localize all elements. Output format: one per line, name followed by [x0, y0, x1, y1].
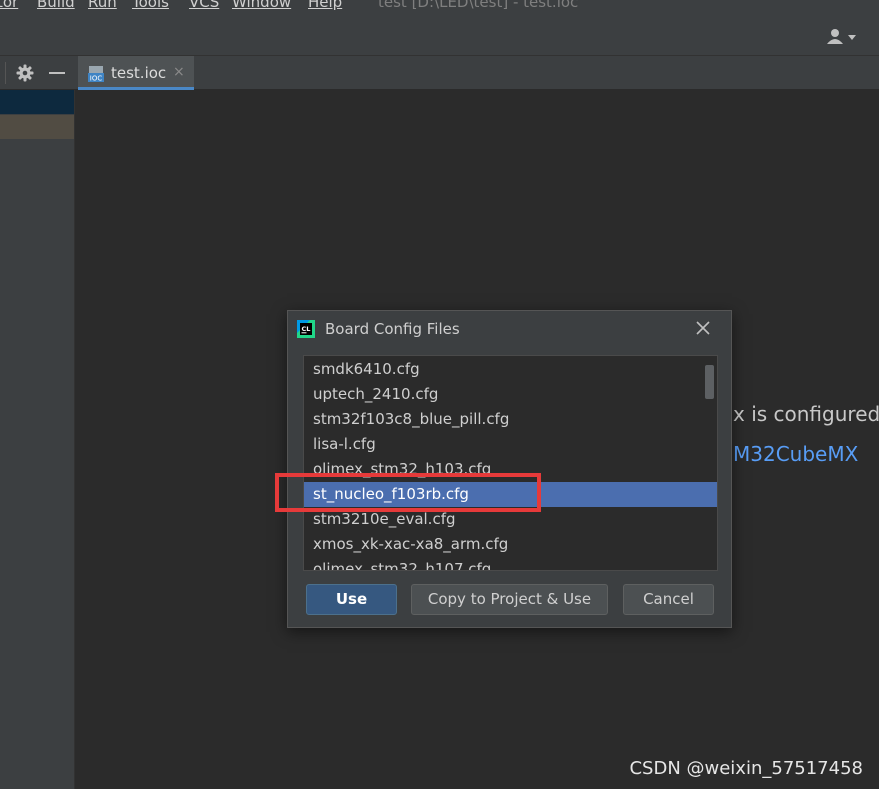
- editor-message: x is configured.: [733, 402, 879, 426]
- svg-text:CL: CL: [302, 325, 311, 333]
- list-item[interactable]: uptech_2410.cfg: [304, 382, 717, 407]
- tab-label: test.ioc: [111, 64, 167, 82]
- settings-button[interactable]: [16, 64, 34, 82]
- copy-to-project-button[interactable]: Copy to Project & Use: [411, 584, 608, 615]
- dialog-close-button[interactable]: [694, 319, 712, 337]
- project-panel: [0, 90, 75, 789]
- project-tree-selected-row[interactable]: [0, 90, 74, 114]
- cancel-button[interactable]: Cancel: [623, 584, 714, 615]
- board-config-dialog: CL Board Config Files smdk6410.cfg uptec…: [287, 310, 732, 628]
- tab-test-ioc[interactable]: IOC test.ioc ×: [78, 56, 194, 90]
- tab-close-icon[interactable]: ×: [173, 64, 185, 80]
- annotation-highlight: [275, 473, 541, 512]
- project-tree-row[interactable]: [0, 115, 74, 139]
- menu-item-vcs[interactable]: VCS: [189, 0, 219, 11]
- list-item[interactable]: smdk6410.cfg: [304, 357, 717, 382]
- menu-item-tools[interactable]: Tools: [132, 0, 169, 11]
- window-title: test [D:\LED\test] - test.ioc: [378, 0, 579, 11]
- board-config-list[interactable]: smdk6410.cfg uptech_2410.cfg stm32f103c8…: [303, 355, 718, 571]
- tool-separator: [5, 62, 6, 84]
- user-icon: [827, 29, 856, 44]
- gear-icon: [16, 64, 34, 82]
- list-scrollbar[interactable]: [705, 365, 714, 399]
- user-menu-button[interactable]: [827, 28, 859, 46]
- menu-item-build[interactable]: Build: [37, 0, 75, 11]
- list-item[interactable]: stm32f103c8_blue_pill.cfg: [304, 407, 717, 432]
- open-cubemx-link[interactable]: M32CubeMX: [733, 442, 858, 466]
- list-item[interactable]: lisa-l.cfg: [304, 432, 717, 457]
- menu-item-editor[interactable]: tor: [0, 0, 18, 11]
- dialog-title: Board Config Files: [325, 320, 460, 338]
- use-button[interactable]: Use: [306, 584, 397, 615]
- menu-item-window[interactable]: Window: [232, 0, 291, 11]
- ioc-file-icon: IOC: [88, 66, 104, 83]
- watermark: CSDN @weixin_57517458: [629, 758, 863, 779]
- toolbar: [0, 14, 879, 56]
- minimize-panel-button[interactable]: [49, 72, 65, 74]
- close-icon: [696, 321, 710, 335]
- menu-item-run[interactable]: Run: [88, 0, 117, 11]
- menu-bar: tor Build Run Tools VCS Window Help test…: [0, 0, 879, 14]
- list-item[interactable]: xmos_xk-xac-xa8_arm.cfg: [304, 532, 717, 557]
- list-item[interactable]: olimex_stm32_h107.cfg: [304, 557, 717, 570]
- menu-item-help[interactable]: Help: [308, 0, 342, 11]
- svg-text:IOC: IOC: [90, 75, 103, 83]
- tab-bar: IOC test.ioc ×: [0, 56, 879, 90]
- clion-icon: CL: [297, 320, 315, 338]
